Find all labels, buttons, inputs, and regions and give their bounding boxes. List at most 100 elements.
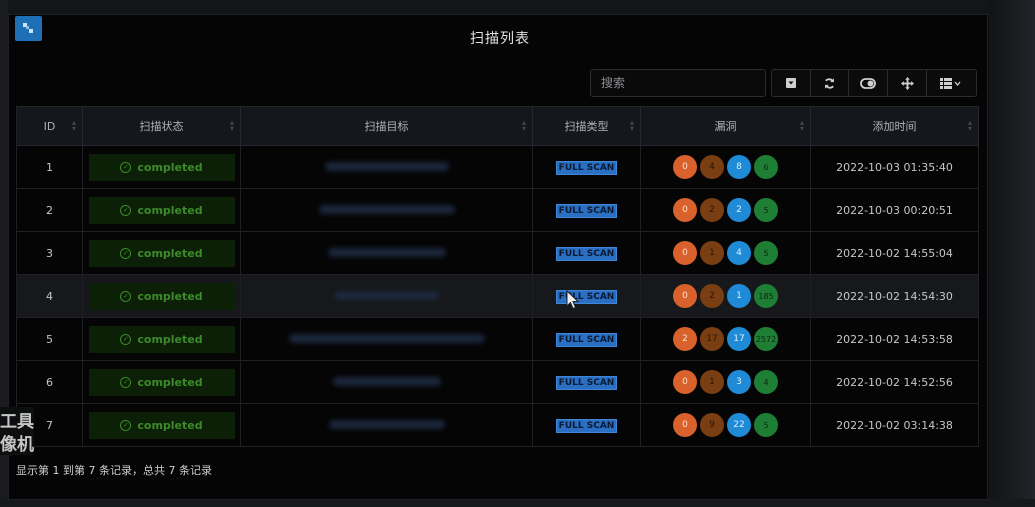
sort-icon: ▴ ▾ bbox=[229, 118, 234, 133]
cell-target bbox=[240, 145, 533, 189]
scan-target-link[interactable] bbox=[318, 204, 455, 214]
status-badge[interactable]: ✓ completed bbox=[88, 368, 235, 396]
column-header-status[interactable]: 扫描状态 ▴ ▾ bbox=[82, 106, 241, 146]
cell-type: FULL SCAN bbox=[532, 317, 641, 361]
vuln-count-badge[interactable]: 2 bbox=[673, 327, 697, 351]
cell-status: ✓ completed bbox=[82, 145, 241, 189]
vuln-count-badge[interactable]: 6 bbox=[754, 155, 778, 179]
vuln-count-badge[interactable]: 0 bbox=[673, 370, 697, 394]
refresh-button[interactable] bbox=[810, 70, 850, 96]
cell-target bbox=[240, 188, 533, 232]
window-right-strip bbox=[989, 0, 1035, 507]
status-badge[interactable]: ✓ completed bbox=[88, 282, 235, 310]
vuln-count-badge[interactable]: 0 bbox=[673, 198, 697, 222]
background-overlay-text: 像机 bbox=[0, 430, 34, 455]
cell-status: ✓ completed bbox=[82, 403, 241, 447]
check-circle-icon: ✓ bbox=[120, 419, 132, 431]
cell-vulns: 0145 bbox=[640, 231, 811, 275]
scan-target-link[interactable] bbox=[334, 290, 439, 300]
vuln-count-badge[interactable]: 2 bbox=[700, 284, 724, 308]
background-overlay-text: 工具 bbox=[0, 407, 34, 432]
cell-vulns: 0225 bbox=[640, 188, 811, 232]
vuln-count-badge[interactable]: 22 bbox=[727, 413, 751, 437]
vuln-count-badge[interactable]: 0 bbox=[673, 413, 697, 437]
vuln-count-badge[interactable]: 2 bbox=[727, 198, 751, 222]
vuln-count-badge[interactable]: 185 bbox=[754, 284, 778, 308]
table-row[interactable]: 4 ✓ completed FULL SCAN 0 2 1 185 2022-10-02 14:… bbox=[16, 274, 979, 318]
column-header-time[interactable]: 添加时间 ▴ ▾ bbox=[810, 106, 979, 146]
table-row[interactable]: 5 ✓ completed FULL SCAN 2 17 17 2572 2022-10-02 … bbox=[16, 317, 979, 361]
sort-icon: ▴ ▾ bbox=[521, 118, 526, 133]
column-header-target[interactable]: 扫描目标 ▴ ▾ bbox=[240, 106, 533, 146]
vuln-count-badge[interactable]: 2572 bbox=[754, 327, 778, 351]
page-title: 扫描列表 bbox=[470, 31, 530, 47]
cell-type: FULL SCAN bbox=[532, 188, 641, 232]
cell-target bbox=[240, 403, 533, 447]
cell-id: 1 bbox=[16, 145, 83, 189]
status-badge[interactable]: ✓ completed bbox=[88, 153, 235, 181]
vuln-count-badge[interactable]: 5 bbox=[754, 198, 778, 222]
scan-target-link[interactable] bbox=[288, 333, 485, 343]
vuln-count-badge[interactable]: 1 bbox=[700, 370, 724, 394]
fullscreen-button[interactable] bbox=[888, 70, 927, 96]
check-circle-icon: ✓ bbox=[120, 247, 132, 259]
vuln-count-badge[interactable]: 0 bbox=[673, 241, 697, 265]
mouse-cursor-icon bbox=[566, 290, 580, 310]
cell-vulns: 2 17 17 2572 bbox=[640, 317, 811, 361]
cell-type: FULL SCAN bbox=[532, 403, 641, 447]
column-header-vulns[interactable]: 漏洞 ▴ ▾ bbox=[640, 106, 811, 146]
cell-vulns: 0 9 22 5 bbox=[640, 403, 811, 447]
check-circle-icon: ✓ bbox=[120, 161, 132, 173]
vulnerability-counts: 0 9 22 5 bbox=[673, 413, 778, 437]
cell-target bbox=[240, 231, 533, 275]
cell-time: 2022-10-03 01:35:40 bbox=[810, 145, 979, 189]
cell-target bbox=[240, 274, 533, 318]
vuln-count-badge[interactable]: 9 bbox=[700, 413, 724, 437]
status-label: completed bbox=[137, 246, 203, 260]
vulnerability-counts: 0145 bbox=[673, 241, 778, 265]
vuln-count-badge[interactable]: 0 bbox=[673, 284, 697, 308]
table-row[interactable]: 3 ✓ completed FULL SCAN 0 1 4 5 2022-10-02 14:55… bbox=[16, 231, 979, 275]
scan-target-link[interactable] bbox=[324, 161, 449, 171]
status-badge[interactable]: ✓ completed bbox=[88, 196, 235, 224]
cell-target bbox=[240, 360, 533, 404]
vuln-count-badge[interactable]: 4 bbox=[700, 155, 724, 179]
vuln-count-badge[interactable]: 1 bbox=[700, 241, 724, 265]
status-badge[interactable]: ✓ completed bbox=[88, 411, 235, 439]
cell-target bbox=[240, 317, 533, 361]
search-input[interactable] bbox=[590, 69, 766, 97]
vuln-count-badge[interactable]: 4 bbox=[754, 370, 778, 394]
export-dropdown-button[interactable] bbox=[772, 70, 811, 96]
vuln-count-badge[interactable]: 8 bbox=[727, 155, 751, 179]
vuln-count-badge[interactable]: 5 bbox=[754, 413, 778, 437]
pagination-summary: 显示第 1 到第 7 条记录，总共 7 条记录 bbox=[16, 464, 212, 477]
column-header-type[interactable]: 扫描类型 ▴ ▾ bbox=[532, 106, 641, 146]
vuln-count-badge[interactable]: 4 bbox=[727, 241, 751, 265]
scan-type-badge: FULL SCAN bbox=[555, 203, 618, 218]
columns-button[interactable] bbox=[926, 70, 976, 96]
status-badge[interactable]: ✓ completed bbox=[88, 239, 235, 267]
vulnerability-counts: 0486 bbox=[673, 155, 778, 179]
cell-type: FULL SCAN bbox=[532, 145, 641, 189]
vuln-count-badge[interactable]: 3 bbox=[727, 370, 751, 394]
scan-type-badge: FULL SCAN bbox=[555, 160, 618, 175]
vuln-count-badge[interactable]: 5 bbox=[754, 241, 778, 265]
table-row[interactable]: 7 ✓ completed FULL SCAN 0 9 22 5 2022-10-02 03:1… bbox=[16, 403, 979, 447]
scan-target-link[interactable] bbox=[328, 419, 445, 429]
status-badge[interactable]: ✓ completed bbox=[88, 325, 235, 353]
vulnerability-counts: 0 2 1 185 bbox=[673, 284, 778, 308]
column-header-id[interactable]: ID ▴ ▾ bbox=[16, 106, 83, 146]
toggle-view-button[interactable] bbox=[849, 70, 889, 96]
table-row[interactable]: 1 ✓ completed FULL SCAN 0 4 8 6 2022-10-03 01:35… bbox=[16, 145, 979, 189]
vuln-count-badge[interactable]: 2 bbox=[700, 198, 724, 222]
vuln-count-badge[interactable]: 0 bbox=[673, 155, 697, 179]
vuln-count-badge[interactable]: 1 bbox=[727, 284, 751, 308]
move-icon bbox=[900, 76, 914, 90]
table-row[interactable]: 2 ✓ completed FULL SCAN 0 2 2 5 2022-10-03 00:20… bbox=[16, 188, 979, 232]
scan-target-link[interactable] bbox=[327, 247, 446, 257]
vuln-count-badge[interactable]: 17 bbox=[700, 327, 724, 351]
status-label: completed bbox=[137, 418, 203, 432]
scan-target-link[interactable] bbox=[332, 376, 441, 386]
table-row[interactable]: 6 ✓ completed FULL SCAN 0 1 3 4 2022-10-02 14:52… bbox=[16, 360, 979, 404]
vuln-count-badge[interactable]: 17 bbox=[727, 327, 751, 351]
